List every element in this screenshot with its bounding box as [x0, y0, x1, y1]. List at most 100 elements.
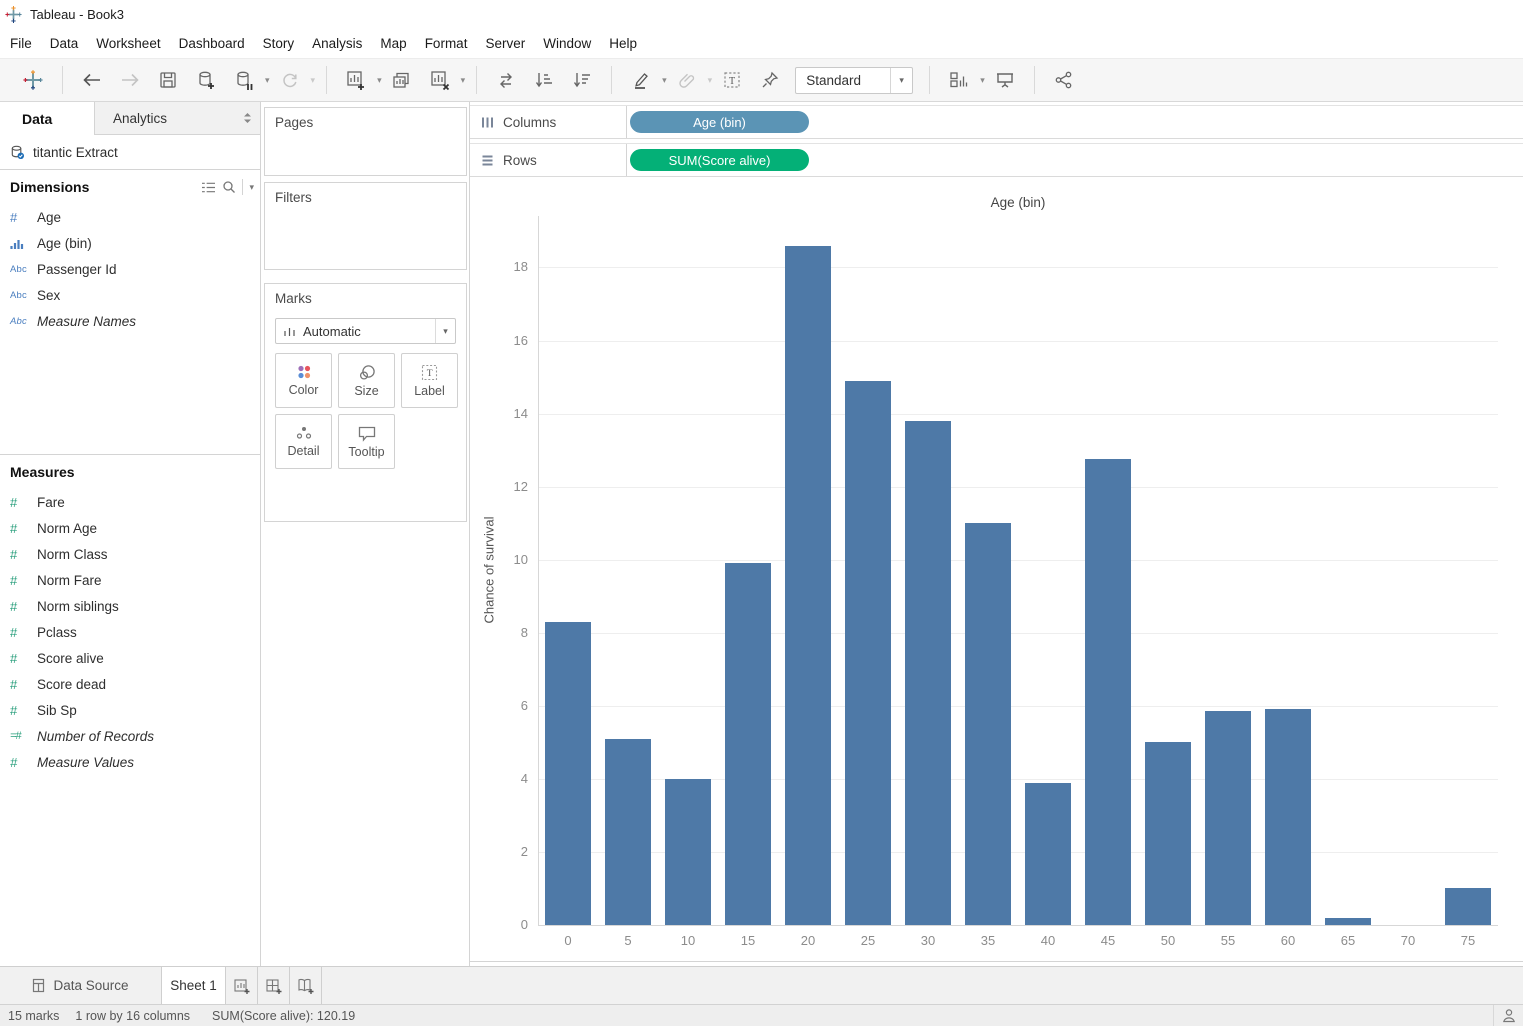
bar-age-0[interactable] [545, 622, 591, 925]
tooltip-button-label: Tooltip [348, 445, 384, 459]
clear-sheet-caret-icon[interactable]: ▾ [461, 75, 466, 86]
bar-age-75[interactable] [1445, 888, 1491, 925]
menu-item-format[interactable]: Format [416, 36, 477, 51]
color-button[interactable]: Color [275, 353, 332, 408]
pause-auto-updates-icon[interactable] [228, 64, 260, 96]
measure-norm-siblings[interactable]: #Norm siblings [0, 593, 260, 619]
tab-data[interactable]: Data [0, 102, 95, 135]
view-data-icon[interactable] [201, 181, 216, 194]
status-bar: 15 marks 1 row by 16 columns SUM(Score a… [0, 1004, 1523, 1026]
menu-item-map[interactable]: Map [371, 36, 415, 51]
sort-ascending-icon[interactable] [528, 64, 560, 96]
dimension-sex[interactable]: AbcSex [0, 282, 260, 308]
new-story-tab-icon[interactable] [290, 967, 322, 1004]
dimension-age[interactable]: #Age [0, 204, 260, 230]
fix-axes-icon[interactable] [754, 64, 786, 96]
rows-pill[interactable]: SUM(Score alive) [630, 149, 809, 171]
menu-item-data[interactable]: Data [41, 36, 88, 51]
bar-age-10[interactable] [665, 779, 711, 925]
show-me-caret-icon[interactable]: ▾ [980, 75, 985, 86]
measure-norm-fare[interactable]: #Norm Fare [0, 567, 260, 593]
tab-data-source[interactable]: Data Source [0, 967, 161, 1004]
clear-sheet-icon[interactable] [424, 64, 456, 96]
columns-pill-label: Age (bin) [693, 115, 746, 130]
bar-age-20[interactable] [785, 246, 831, 925]
fit-dropdown[interactable]: Standard ▾ [795, 67, 913, 94]
pages-card[interactable]: Pages [264, 107, 467, 176]
bar-age-35[interactable] [965, 523, 1011, 925]
menu-item-worksheet[interactable]: Worksheet [87, 36, 169, 51]
user-icon[interactable] [1493, 1005, 1523, 1026]
bar-age-15[interactable] [725, 563, 771, 925]
bar-age-30[interactable] [905, 421, 951, 925]
tab-analytics[interactable]: Analytics [95, 102, 260, 135]
swap-rows-columns-icon[interactable] [490, 64, 522, 96]
new-worksheet-caret-icon[interactable]: ▾ [377, 75, 382, 86]
bar-age-5[interactable] [605, 739, 651, 925]
duplicate-sheet-icon[interactable] [386, 64, 418, 96]
measure-score-dead[interactable]: #Score dead [0, 671, 260, 697]
rows-shelf[interactable]: Rows SUM(Score alive) [470, 143, 1523, 177]
show-mark-labels-icon[interactable]: T [716, 64, 748, 96]
highlight-icon[interactable] [625, 64, 657, 96]
menu-item-analysis[interactable]: Analysis [303, 36, 371, 51]
bar-age-45[interactable] [1085, 459, 1131, 925]
save-icon[interactable] [152, 64, 184, 96]
presentation-mode-icon[interactable] [989, 64, 1021, 96]
dimension-passenger-id[interactable]: AbcPassenger Id [0, 256, 260, 282]
measure-sib-sp[interactable]: #Sib Sp [0, 697, 260, 723]
bar-age-25[interactable] [845, 381, 891, 925]
measure-norm-age[interactable]: #Norm Age [0, 515, 260, 541]
new-dashboard-tab-icon[interactable] [258, 967, 290, 1004]
redo-icon[interactable] [114, 64, 146, 96]
dimensions-menu-caret-icon[interactable]: ▾ [249, 182, 254, 193]
measure-fare[interactable]: #Fare [0, 489, 260, 515]
menu-item-file[interactable]: File [1, 36, 41, 51]
menu-item-dashboard[interactable]: Dashboard [170, 36, 254, 51]
sort-descending-icon[interactable] [566, 64, 598, 96]
menu-item-window[interactable]: Window [534, 36, 600, 51]
label-button[interactable]: T Label [401, 353, 458, 408]
undo-icon[interactable] [76, 64, 108, 96]
bar-age-60[interactable] [1265, 709, 1311, 925]
size-icon [357, 364, 377, 381]
highlight-caret-icon[interactable]: ▾ [662, 75, 667, 86]
menu-item-server[interactable]: Server [476, 36, 534, 51]
columns-shelf-label: Columns [503, 115, 556, 130]
measure-pclass[interactable]: #Pclass [0, 619, 260, 645]
pause-auto-updates-caret-icon[interactable]: ▾ [265, 75, 270, 86]
mark-type-dropdown[interactable]: Automatic ▾ [275, 318, 456, 344]
columns-pill[interactable]: Age (bin) [630, 111, 809, 133]
dimension-age-bin-[interactable]: Age (bin) [0, 230, 260, 256]
tab-sheet-1[interactable]: Sheet 1 [161, 967, 226, 1004]
dimension-measure-names[interactable]: AbcMeasure Names [0, 308, 260, 334]
show-me-icon[interactable] [943, 64, 975, 96]
size-button[interactable]: Size [338, 353, 395, 408]
bar-age-55[interactable] [1205, 711, 1251, 925]
menu-item-story[interactable]: Story [254, 36, 304, 51]
tooltip-button[interactable]: Tooltip [338, 414, 395, 469]
share-icon[interactable] [1048, 64, 1080, 96]
menu-item-help[interactable]: Help [600, 36, 646, 51]
x-axis-tick-label: 40 [1025, 933, 1071, 948]
equals-number-icon: =# [10, 730, 37, 742]
bar-age-65[interactable] [1325, 918, 1371, 925]
bar-age-50[interactable] [1145, 742, 1191, 925]
measure-score-alive[interactable]: #Score alive [0, 645, 260, 671]
measure-norm-class[interactable]: #Norm Class [0, 541, 260, 567]
tableau-home-icon[interactable] [17, 64, 49, 96]
datasource-item[interactable]: titantic Extract [0, 135, 260, 170]
fit-dropdown-caret-icon[interactable]: ▾ [890, 68, 912, 93]
bar-age-40[interactable] [1025, 783, 1071, 925]
measure-measure-values[interactable]: #Measure Values [0, 749, 260, 775]
pane-collapse-icon[interactable] [243, 112, 252, 124]
filters-card[interactable]: Filters [264, 182, 467, 270]
add-data-source-icon[interactable] [190, 64, 222, 96]
measure-number-of-records[interactable]: =#Number of Records [0, 723, 260, 749]
columns-shelf[interactable]: Columns Age (bin) [470, 105, 1523, 139]
detail-button[interactable]: Detail [275, 414, 332, 469]
new-worksheet-icon[interactable] [340, 64, 372, 96]
mark-type-caret-icon[interactable]: ▾ [435, 319, 455, 343]
new-worksheet-tab-icon[interactable] [226, 967, 258, 1004]
find-field-icon[interactable] [222, 180, 236, 194]
